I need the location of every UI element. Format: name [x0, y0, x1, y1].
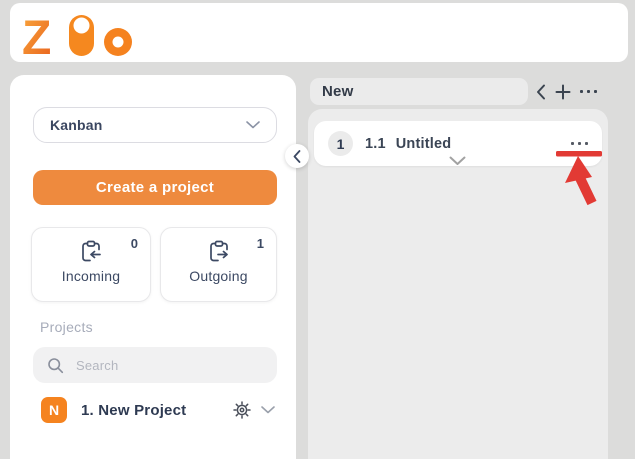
project-list-item[interactable]: N 1. New Project [41, 395, 277, 425]
incoming-label: Incoming [32, 268, 150, 284]
sidebar-collapse-button[interactable] [285, 144, 309, 168]
search-input[interactable] [74, 357, 238, 374]
outgoing-count: 1 [257, 236, 264, 251]
task-order-badge: 1 [328, 131, 353, 156]
chevron-down-icon [246, 121, 260, 129]
project-avatar: N [41, 397, 67, 423]
zio-logo-icon: Z [22, 9, 152, 61]
view-mode-select[interactable]: Kanban [33, 107, 277, 143]
svg-text:Z: Z [22, 12, 51, 61]
create-project-button[interactable]: Create a project [33, 170, 277, 205]
kanban-column-new: 1 1.1 Untitled [308, 109, 608, 459]
project-search[interactable] [33, 347, 277, 383]
card-expand-chevron-icon[interactable] [449, 156, 466, 166]
outgoing-label: Outgoing [161, 268, 276, 284]
project-name: 1. New Project [81, 402, 186, 419]
project-expand-chevron-icon[interactable] [261, 406, 275, 414]
view-mode-value: Kanban [50, 117, 103, 133]
chevron-left-icon [536, 84, 546, 100]
incoming-card[interactable]: 0 Incoming [31, 227, 151, 302]
board-more-menu-button[interactable] [580, 90, 597, 93]
app-window: Z Kanban Create a project 0 [0, 0, 635, 459]
incoming-count: 0 [131, 236, 138, 251]
task-title: Untitled [396, 136, 452, 152]
chevron-left-icon [293, 150, 301, 163]
projects-section-label: Projects [40, 319, 93, 335]
outgoing-card[interactable]: 1 Outgoing [160, 227, 277, 302]
add-column-button[interactable] [555, 84, 571, 100]
column-controls [536, 78, 597, 105]
project-settings-gear-icon[interactable] [233, 401, 251, 419]
task-code: 1.1 [365, 136, 386, 152]
top-bar: Z [10, 3, 628, 62]
search-icon [47, 357, 64, 374]
column-scroll-left-button[interactable] [536, 84, 546, 100]
plus-icon [555, 84, 571, 100]
column-title-pill[interactable]: New [310, 78, 528, 105]
sidebar: Kanban Create a project 0 Incoming 1 [10, 75, 296, 459]
task-more-menu-button[interactable] [571, 142, 588, 145]
column-title: New [322, 83, 353, 100]
